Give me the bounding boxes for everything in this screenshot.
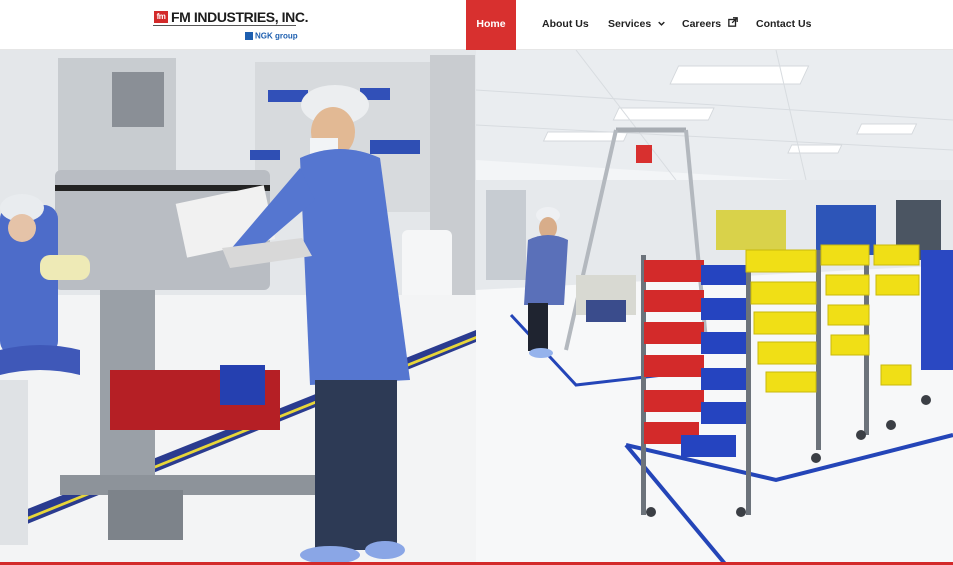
- site-header: fm FM INDUSTRIES, INC. NGK group Home Ab…: [0, 0, 953, 50]
- hero-banner: [0, 50, 953, 565]
- nav-contact-us-label: Contact Us: [756, 18, 812, 30]
- parent-group: NGK group: [245, 27, 298, 41]
- company-logo[interactable]: fm FM INDUSTRIES, INC. NGK group: [153, 9, 308, 41]
- nav-home[interactable]: Home: [466, 0, 516, 50]
- nav-careers-label: Careers: [682, 18, 722, 30]
- nav-about-us[interactable]: About Us: [542, 0, 589, 50]
- nav-about-us-label: About Us: [542, 18, 589, 30]
- nav-services[interactable]: Services: [608, 0, 665, 50]
- ngk-logo-icon: [245, 31, 253, 40]
- hero-photo-technician: [0, 50, 476, 565]
- hero-photo-warehouse: [476, 50, 953, 565]
- fm-logo-mark: fm: [154, 11, 168, 23]
- nav-careers[interactable]: Careers: [682, 0, 738, 50]
- nav-services-label: Services: [608, 18, 652, 30]
- logo-divider: [153, 25, 296, 26]
- company-name: FM INDUSTRIES, INC.: [171, 9, 309, 25]
- nav-contact-us[interactable]: Contact Us: [756, 0, 811, 50]
- nav-home-label: Home: [476, 18, 506, 30]
- parent-group-name: NGK group: [255, 31, 298, 41]
- chevron-down-icon: [658, 0, 665, 48]
- external-link-icon: [728, 0, 738, 48]
